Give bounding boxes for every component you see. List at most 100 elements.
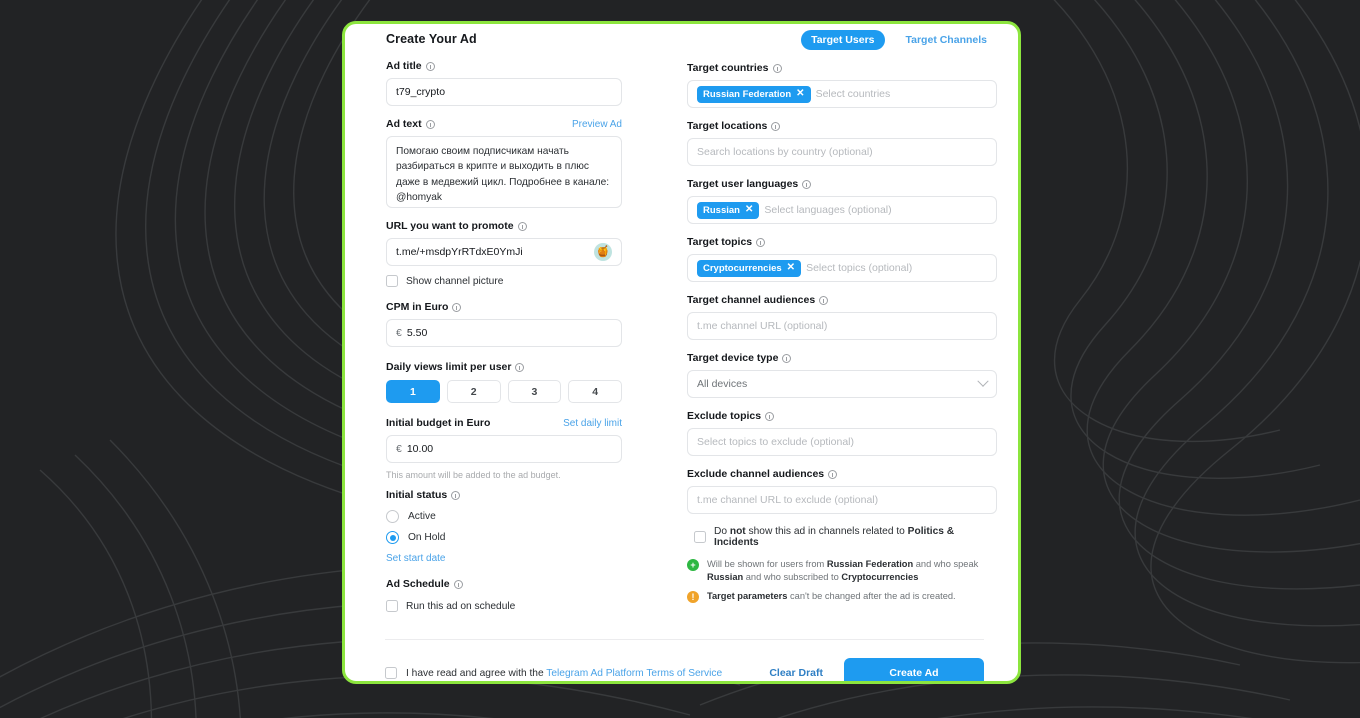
info-icon[interactable]	[425, 120, 435, 129]
target-device-type-value: All devices	[697, 378, 748, 390]
chip-russian[interactable]: Russian ✕	[697, 201, 760, 219]
info-icon[interactable]	[828, 470, 838, 479]
initial-status-label: Initial status	[386, 489, 622, 502]
note-audience-summary-text: Will be shown for users from Russian Fed…	[707, 558, 997, 583]
ad-title-value: t79_crypto	[396, 86, 446, 98]
daily-views-limit-group: 1 2 3 4	[386, 380, 622, 403]
avatar-glyph: 🍯	[596, 245, 610, 258]
info-icon[interactable]	[517, 222, 527, 231]
target-topics-input[interactable]: Cryptocurrencies ✕ Select topics (option…	[687, 254, 997, 282]
daily-views-option-4[interactable]: 4	[568, 380, 622, 403]
ad-text-label-row: Ad text Preview Ad	[386, 118, 622, 131]
run-on-schedule-checkbox[interactable]	[386, 600, 398, 612]
ad-text-label-text: Ad text	[386, 118, 422, 130]
info-icon[interactable]	[451, 491, 461, 500]
exclude-politics-row[interactable]: Do not show this ad in channels related …	[687, 526, 997, 548]
chevron-down-icon[interactable]	[977, 375, 989, 387]
note-target-params-text: Target parameters can't be changed after…	[707, 590, 956, 603]
page-title: Create Your Ad	[386, 32, 477, 46]
chip-remove-icon[interactable]: ✕	[745, 205, 753, 215]
info-icon[interactable]	[515, 363, 525, 372]
chip-remove-icon[interactable]: ✕	[796, 89, 804, 99]
tab-target-users[interactable]: Target Users	[801, 30, 885, 50]
ad-text-textarea[interactable]: Помогаю своим подписчикам начать разбира…	[386, 136, 622, 208]
promote-url-input[interactable]: t.me/+msdpYrRTdxE0YmJi 🍯	[386, 238, 622, 266]
exclude-channel-audiences-placeholder: t.me channel URL to exclude (optional)	[697, 494, 879, 506]
cpm-label-text: CPM in Euro	[386, 301, 449, 313]
daily-views-limit-label-text: Daily views limit per user	[386, 361, 512, 373]
info-icon[interactable]	[802, 180, 812, 189]
target-locations-input[interactable]: Search locations by country (optional)	[687, 138, 997, 166]
chip-cryptocurrencies[interactable]: Cryptocurrencies ✕	[697, 259, 802, 277]
info-icon[interactable]	[819, 296, 829, 305]
cpm-currency: €	[396, 327, 402, 339]
clear-draft-button[interactable]: Clear Draft	[769, 667, 835, 679]
run-on-schedule-row[interactable]: Run this ad on schedule	[386, 600, 622, 612]
warning-circle-icon: !	[687, 591, 699, 604]
target-countries-input[interactable]: Russian Federation ✕ Select countries	[687, 80, 997, 108]
ad-schedule-label-text: Ad Schedule	[386, 578, 450, 590]
info-icon[interactable]	[772, 64, 782, 73]
chip-label: Russian Federation	[703, 88, 792, 100]
target-locations-label-text: Target locations	[687, 120, 768, 132]
target-channel-audiences-placeholder: t.me channel URL (optional)	[697, 320, 828, 332]
radio-on-hold[interactable]	[386, 531, 399, 544]
daily-views-option-1[interactable]: 1	[386, 380, 440, 403]
radio-active[interactable]	[386, 510, 399, 523]
terms-of-service-link[interactable]: Telegram Ad Platform Terms of Service	[546, 668, 722, 679]
initial-budget-label-row: Initial budget in Euro Set daily limit	[386, 417, 622, 430]
show-channel-picture-label: Show channel picture	[406, 275, 504, 287]
cpm-value: 5.50	[406, 327, 428, 339]
chip-label: Russian	[703, 204, 740, 216]
preview-ad-link[interactable]: Preview Ad	[572, 119, 622, 130]
exclude-topics-input[interactable]: Select topics to exclude (optional)	[687, 428, 997, 456]
chip-russian-federation[interactable]: Russian Federation ✕	[697, 85, 811, 103]
terms-prefix: I have read and agree with the	[406, 667, 547, 679]
daily-views-option-2[interactable]: 2	[446, 380, 501, 403]
set-start-date-link[interactable]: Set start date	[386, 553, 622, 564]
target-channel-audiences-input[interactable]: t.me channel URL (optional)	[687, 312, 997, 340]
note-part: Cryptocurrencies	[841, 571, 919, 582]
info-icon[interactable]	[453, 580, 463, 589]
info-icon[interactable]	[452, 303, 462, 312]
create-ad-button[interactable]: Create Ad	[844, 657, 984, 681]
initial-budget-hint: This amount will be added to the ad budg…	[386, 470, 561, 480]
politics-text-middle: show this ad in channels related to	[745, 526, 908, 537]
target-countries-label-text: Target countries	[687, 62, 769, 74]
cpm-input[interactable]: € 5.50	[386, 319, 622, 347]
info-icon[interactable]	[771, 122, 781, 131]
target-device-type-label-text: Target device type	[687, 352, 779, 364]
target-topics-label: Target topics	[687, 236, 997, 249]
set-daily-limit-link[interactable]: Set daily limit	[563, 418, 622, 429]
tab-target-channels[interactable]: Target Channels	[896, 30, 998, 50]
target-languages-input[interactable]: Russian ✕ Select languages (optional)	[687, 196, 997, 224]
chip-remove-icon[interactable]: ✕	[787, 263, 795, 273]
ad-title-input[interactable]: t79_crypto	[386, 78, 622, 106]
note-target-params-warning: ! Target parameters can't be changed aft…	[687, 590, 997, 604]
info-icon[interactable]	[765, 412, 775, 421]
terms-checkbox[interactable]	[385, 667, 397, 679]
exclude-politics-checkbox[interactable]	[694, 531, 706, 543]
target-device-type-select[interactable]: All devices	[687, 370, 997, 398]
initial-status-option-active[interactable]: Active	[386, 510, 622, 523]
ad-text-value: Помогаю своим подписчикам начать разбира…	[396, 146, 610, 203]
promote-url-value: t.me/+msdpYrRTdxE0YmJi	[396, 246, 523, 258]
initial-budget-label: Initial budget in Euro	[386, 417, 490, 430]
info-icon[interactable]	[782, 354, 792, 363]
info-icon[interactable]	[425, 62, 435, 71]
initial-budget-input[interactable]: € 10.00	[386, 435, 622, 463]
target-countries-placeholder: Select countries	[815, 88, 891, 100]
ad-text-label: Ad text	[386, 118, 435, 131]
initial-budget-label-text: Initial budget in Euro	[386, 417, 491, 429]
run-on-schedule-label: Run this ad on schedule	[406, 600, 516, 612]
show-channel-picture-checkbox[interactable]	[386, 275, 398, 287]
target-channel-audiences-label: Target channel audiences	[687, 294, 997, 307]
initial-status-option-on-hold[interactable]: On Hold	[386, 531, 622, 544]
promote-url-label: URL you want to promote	[386, 220, 622, 233]
daily-views-option-3[interactable]: 3	[507, 380, 562, 403]
info-icon[interactable]	[756, 238, 766, 247]
target-languages-label-text: Target user languages	[687, 178, 799, 190]
note-part: Russian	[707, 571, 744, 582]
exclude-channel-audiences-input[interactable]: t.me channel URL to exclude (optional)	[687, 486, 997, 514]
show-channel-picture-row[interactable]: Show channel picture	[386, 275, 622, 287]
